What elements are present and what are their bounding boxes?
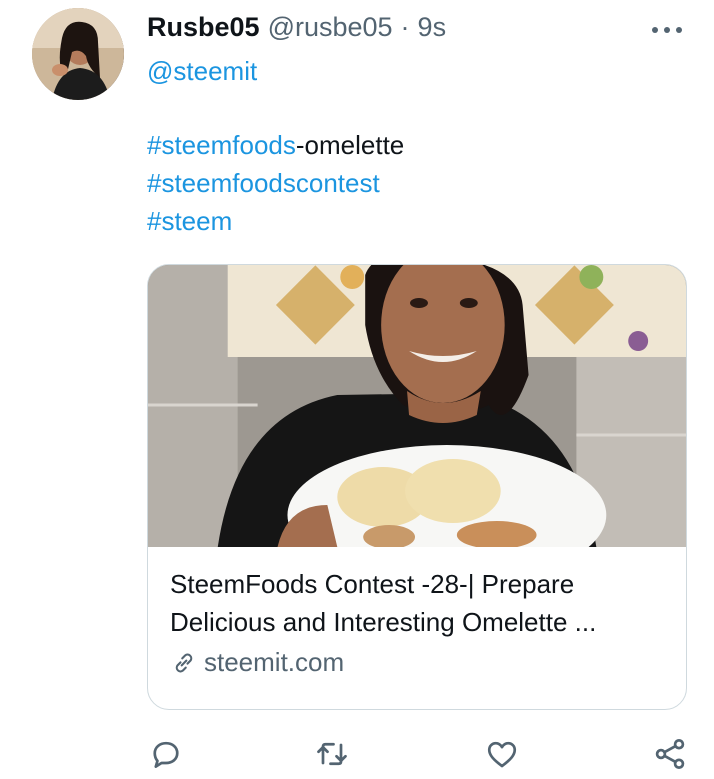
- more-horizontal-icon[interactable]: [652, 20, 682, 40]
- card-domain-text: steemit.com: [204, 647, 345, 677]
- card-title-line: Delicious and Interesting Omelette ...: [170, 607, 597, 637]
- user-handle[interactable]: @rusbe05: [268, 12, 393, 43]
- card-image: [148, 265, 686, 547]
- hashtag-line: #steemfoodscontest: [147, 164, 404, 202]
- card-title-line: SteemFoods Contest -28-| Prepare: [170, 569, 575, 599]
- hashtag-line: #steem: [147, 202, 404, 240]
- reply-icon[interactable]: [148, 736, 184, 772]
- header-separator: ·: [400, 12, 410, 42]
- retweet-icon[interactable]: [314, 736, 350, 772]
- tweet-header: Rusbe05 @rusbe05 · 9s: [147, 12, 446, 44]
- hashtag-steem[interactable]: #steem: [147, 206, 232, 236]
- link-preview-card[interactable]: SteemFoods Contest -28-| Prepare Delicio…: [147, 264, 687, 710]
- card-meta: SteemFoods Contest -28-| Prepare Delicio…: [170, 565, 666, 678]
- avatar-photo: [32, 8, 124, 100]
- timestamp[interactable]: 9s: [418, 12, 447, 43]
- hashtag-line: #steemfoods-omelette: [147, 126, 404, 164]
- share-icon[interactable]: [652, 736, 688, 772]
- hashtag-steemfoodscontest[interactable]: #steemfoodscontest: [147, 168, 380, 198]
- card-domain: steemit.com: [170, 647, 666, 678]
- hashtag-steemfoods[interactable]: #steemfoods: [147, 130, 296, 160]
- mention-link[interactable]: @steemit: [147, 56, 257, 86]
- tweet-mention-line: @steemit: [147, 52, 257, 90]
- display-name[interactable]: Rusbe05: [147, 12, 260, 43]
- avatar[interactable]: [32, 8, 124, 100]
- card-title: SteemFoods Contest -28-| Prepare Delicio…: [170, 565, 666, 641]
- hashtag-suffix: -omelette: [295, 130, 405, 160]
- heart-icon[interactable]: [484, 736, 520, 772]
- link-icon: [175, 653, 193, 672]
- tweet-hashtags: #steemfoods-omelette #steemfoodscontest …: [147, 126, 404, 240]
- tweet-actions: [0, 730, 714, 774]
